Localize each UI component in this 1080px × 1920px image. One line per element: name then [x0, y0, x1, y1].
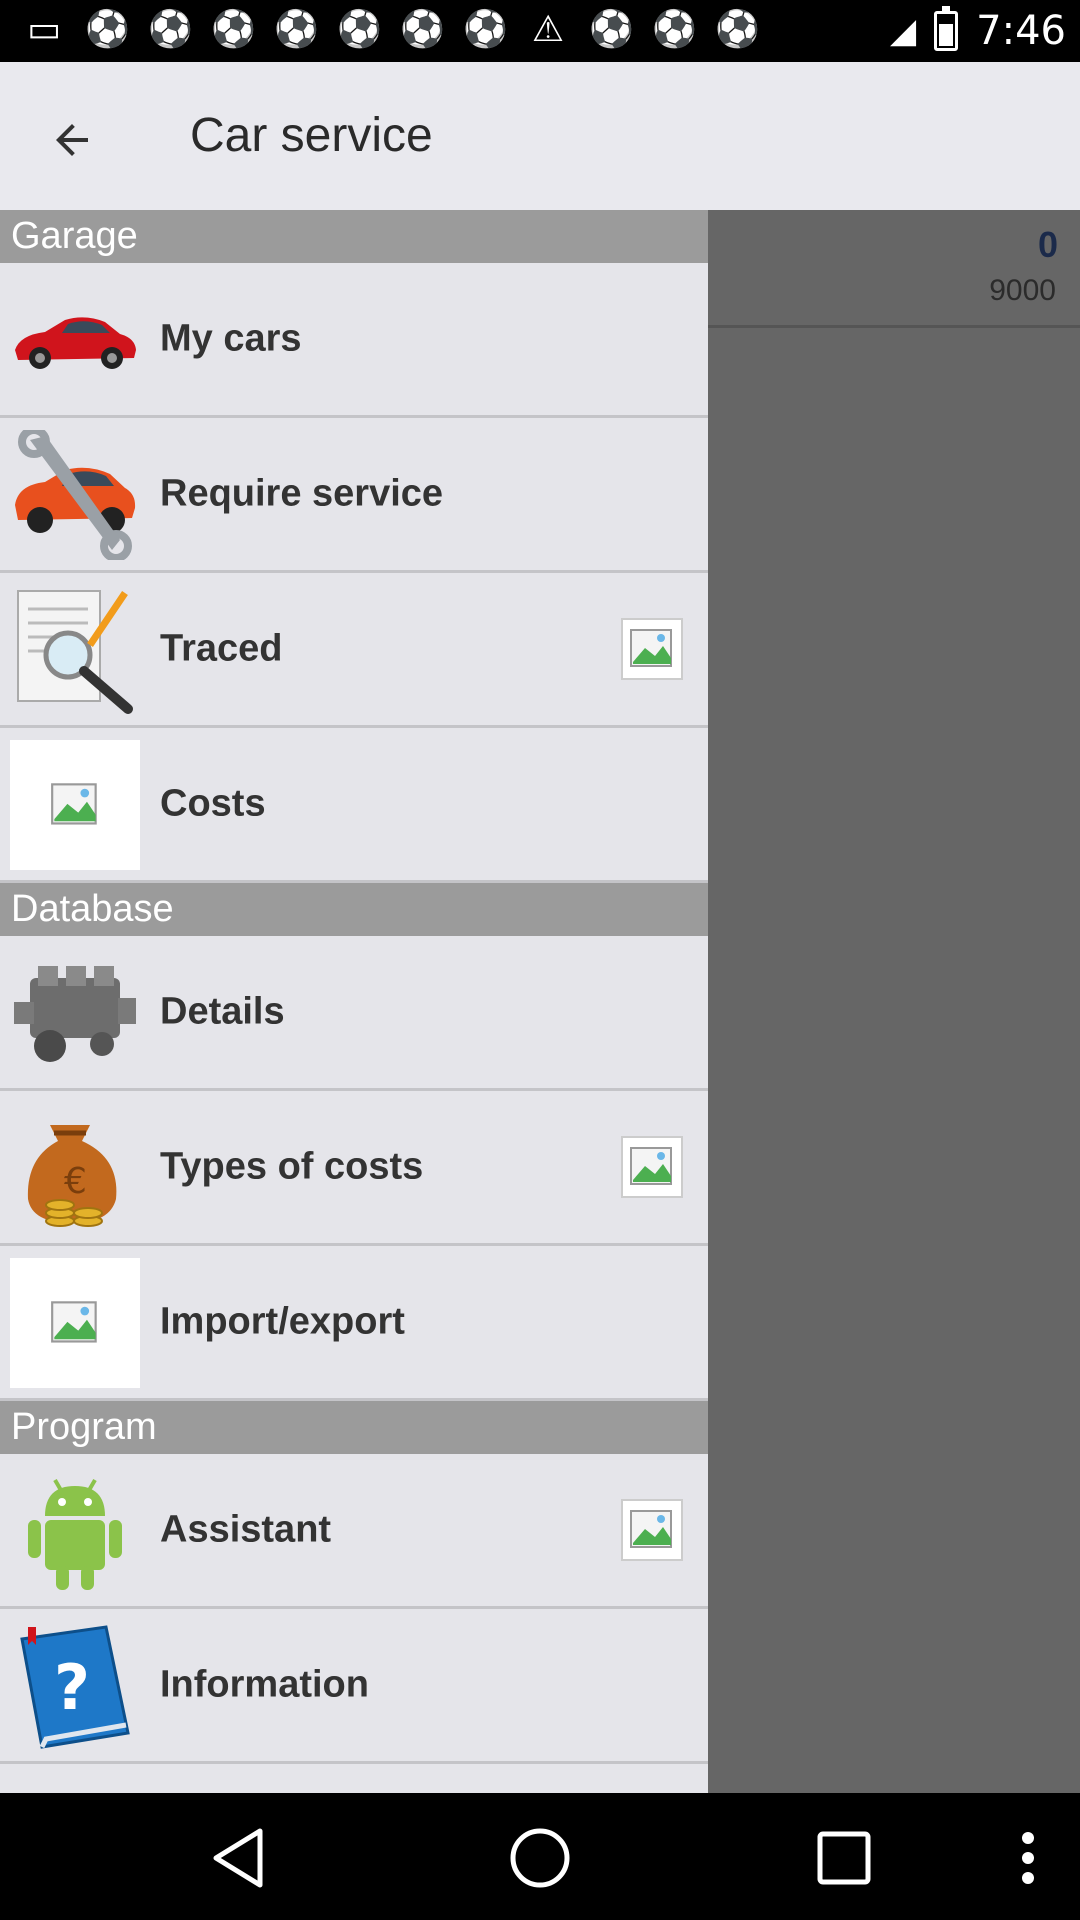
drawer-item-require-service[interactable]: Require service	[0, 418, 708, 573]
message-icon: ▭	[26, 9, 61, 50]
section-header-garage: Garage	[0, 210, 708, 263]
drawer-item-label: Information	[160, 1663, 369, 1706]
summary-row: 0 9000	[708, 210, 1080, 328]
broken-image-icon	[621, 618, 683, 680]
soccer-icon: ⚽	[652, 9, 697, 50]
square-recents-icon	[817, 1831, 871, 1885]
app-bar: Car service	[0, 62, 1080, 210]
svg-text:€: €	[64, 1161, 87, 1202]
summary-value-primary: 0	[1037, 224, 1058, 265]
soccer-icon: ⚽	[400, 9, 445, 50]
soccer-icon: ⚽	[211, 9, 256, 50]
drawer-item-details[interactable]: Details	[0, 936, 708, 1091]
drawer-item-import-export[interactable]: Import/export	[0, 1246, 708, 1401]
svg-text:?: ?	[54, 1651, 90, 1724]
drawer-item-information[interactable]: ? Information	[0, 1609, 708, 1764]
circle-home-icon	[510, 1828, 570, 1888]
warning-icon: ⚠	[531, 9, 565, 50]
drawer-item-types-of-costs[interactable]: € Types of costs	[0, 1091, 708, 1246]
document-magnifier-icon	[10, 585, 140, 715]
soccer-icon: ⚽	[148, 9, 193, 50]
drawer-item-label: Assistant	[160, 1508, 332, 1551]
system-nav-bar	[0, 1793, 1080, 1920]
broken-image-icon	[10, 1258, 140, 1388]
car-wrench-icon	[10, 430, 140, 560]
drawer-item-label: Costs	[160, 782, 266, 825]
soccer-icon: ⚽	[274, 9, 319, 50]
drawer-item-label: Import/export	[160, 1300, 405, 1343]
soccer-icon: ⚽	[85, 9, 130, 50]
status-right: ◢ 7:46	[890, 6, 1066, 54]
soccer-icon: ⚽	[589, 9, 634, 50]
nav-back-button[interactable]	[198, 1823, 278, 1893]
nav-home-button[interactable]	[500, 1823, 580, 1893]
drawer-item-label: Require service	[160, 472, 444, 515]
soccer-icon: ⚽	[463, 9, 508, 50]
more-vertical-icon	[1022, 1832, 1034, 1884]
battery-icon	[934, 6, 959, 51]
overflow-menu-button[interactable]	[988, 1823, 1068, 1893]
drawer-item-costs[interactable]: Costs	[0, 728, 708, 883]
drawer-item-label: Details	[160, 990, 285, 1033]
notification-icons: ▭ ⚽ ⚽ ⚽ ⚽ ⚽ ⚽ ⚽ ⚠ ⚽ ⚽ ⚽	[22, 9, 760, 50]
status-time: 7:46	[976, 8, 1066, 54]
section-header-program: Program	[0, 1401, 708, 1454]
drawer-item-partial[interactable]	[0, 1764, 708, 1793]
status-bar: ▭ ⚽ ⚽ ⚽ ⚽ ⚽ ⚽ ⚽ ⚠ ⚽ ⚽ ⚽ ◢ 7:46	[0, 0, 1080, 62]
engine-icon	[10, 948, 140, 1078]
android-icon	[10, 1466, 140, 1596]
page-title: Car service	[190, 109, 433, 162]
drawer-item-assistant[interactable]: Assistant	[0, 1454, 708, 1609]
arrow-left-icon	[56, 124, 88, 156]
broken-image-icon	[621, 1499, 683, 1561]
drawer-item-my-cars[interactable]: My cars	[0, 263, 708, 418]
broken-image-icon	[621, 1136, 683, 1198]
red-car-icon	[10, 275, 140, 405]
money-bag-icon: €	[10, 1103, 140, 1233]
soccer-icon: ⚽	[715, 9, 760, 50]
section-header-database: Database	[0, 883, 708, 936]
broken-image-icon	[10, 740, 140, 870]
signal-icon: ◢	[890, 11, 917, 51]
nav-recents-button[interactable]	[804, 1823, 884, 1893]
summary-value-secondary: 9000	[989, 274, 1056, 307]
back-button[interactable]	[34, 102, 110, 178]
triangle-back-icon	[213, 1828, 263, 1888]
drawer-item-label: My cars	[160, 317, 302, 360]
drawer-item-label: Types of costs	[160, 1145, 424, 1188]
drawer-item-label: Traced	[160, 627, 283, 670]
drawer-item-traced[interactable]: Traced	[0, 573, 708, 728]
help-book-icon: ?	[10, 1621, 140, 1751]
soccer-icon: ⚽	[337, 9, 382, 50]
navigation-drawer: Garage My cars Require service Traced Co…	[0, 210, 708, 1793]
